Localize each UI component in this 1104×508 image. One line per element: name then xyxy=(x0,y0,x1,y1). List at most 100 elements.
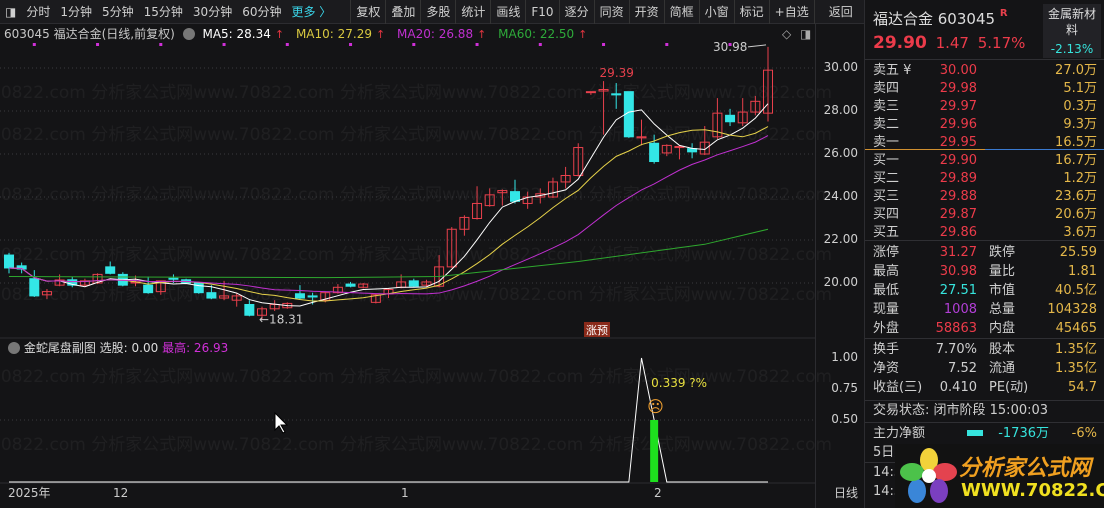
indicator-info-bar: 603045 福达合金(日线,前复权) MA5: 28.34 ↑ MA10: 27… xyxy=(4,25,595,43)
price-change: 1.47 xyxy=(935,34,969,52)
stat-label: 最高 xyxy=(873,264,900,279)
sub-high-value: 最高: 26.93 xyxy=(162,341,229,355)
fund-row: 主力净额 -1736万 -6% xyxy=(865,424,1104,443)
ask-price: 29.98 xyxy=(939,81,977,96)
mouse-cursor-icon xyxy=(274,411,289,434)
stat-value: 25.59 xyxy=(1059,245,1097,260)
bid-volume: 16.7万 xyxy=(1055,153,1097,168)
sector-pct: -2.13% xyxy=(1050,42,1094,56)
kline-chart[interactable]: 30.9829.39←18.31涨预0.339 ?%☹2025年 12 1 2 xyxy=(0,0,815,508)
back-button[interactable]: 返回 xyxy=(813,0,867,24)
logo-url: WWW.70822.COM xyxy=(961,480,1104,501)
stat-value: 27.51 xyxy=(939,283,977,298)
ask-price: 29.97 xyxy=(939,99,977,114)
price-axis-label: 30.00 xyxy=(823,60,858,74)
collapse-icon[interactable] xyxy=(182,28,195,40)
candle-down xyxy=(29,278,40,297)
up-arrow-icon: ↑ xyxy=(375,28,386,41)
fund-bar xyxy=(967,430,983,436)
candle-down xyxy=(294,293,305,299)
stat-label: 收益(三) xyxy=(873,380,923,395)
time-axis-label: 2 xyxy=(654,486,662,500)
ma20-value: MA20: 26.88 ↑ xyxy=(397,27,490,41)
stat-label: 现量 xyxy=(873,302,900,317)
stock-chart-title: 603045 福达合金(日线,前复权) xyxy=(4,27,175,41)
stat-value: 40.5亿 xyxy=(1055,283,1097,298)
ask-label: 卖三 xyxy=(873,99,900,114)
stat-value: 54.7 xyxy=(1068,380,1097,395)
sector-name: 金属新材料 xyxy=(1047,7,1096,37)
time-axis-label: 1 xyxy=(401,486,409,500)
low-price-label: ←18.31 xyxy=(259,312,303,326)
stat-value: 31.27 xyxy=(939,245,977,260)
quote-name: 福达合金 603045 R xyxy=(873,8,1008,29)
ask-volume: 0.3万 xyxy=(1063,99,1097,114)
fund-value: -1736万 xyxy=(998,426,1049,441)
signal-dot xyxy=(665,43,669,46)
period-label[interactable]: 日线 xyxy=(834,484,858,501)
stat-value: 7.70% xyxy=(935,342,977,357)
logo-title: 分析家公式网 xyxy=(959,456,1092,481)
rzrq-badge: R xyxy=(999,8,1008,19)
sub-axis-label: 1.00 xyxy=(831,350,858,364)
price-axis-label: 20.00 xyxy=(823,275,858,289)
stat-label: 最低 xyxy=(873,283,900,298)
stat-row: 现量 1008 总量 104328 xyxy=(865,300,1104,319)
price-axis-label: 28.00 xyxy=(823,103,858,117)
candle-down xyxy=(725,114,736,123)
stat-label: 涨停 xyxy=(873,245,900,260)
stat-row: 净资 7.52 流通 1.35亿 xyxy=(865,359,1104,378)
ask-label: 卖五 ¥ xyxy=(873,63,912,78)
price-axis-label: 22.00 xyxy=(823,232,858,246)
sub-axis-label: 0.50 xyxy=(831,412,858,426)
stat-row: 换手 7.70% 股本 1.35亿 xyxy=(865,340,1104,359)
signal-dot xyxy=(222,43,226,46)
ask-row: 卖四 29.98 5.1万 xyxy=(865,79,1104,98)
time-axis-label: 12 xyxy=(113,486,128,500)
sector-box[interactable]: 金属新材料 -2.13% xyxy=(1043,4,1101,58)
bid-volume: 23.6万 xyxy=(1055,189,1097,204)
stat-row: 最高 30.98 量比 1.81 xyxy=(865,262,1104,281)
stat-label: 净资 xyxy=(873,361,900,376)
stat-value: 104328 xyxy=(1047,302,1097,317)
stat-row: 收益(三) 0.410 PE(动) 54.7 xyxy=(865,378,1104,397)
stat-value: 1.81 xyxy=(1068,264,1097,279)
candle-up xyxy=(585,91,596,94)
signal-dot xyxy=(475,43,479,46)
ma10-value: MA10: 27.29 ↑ xyxy=(296,27,389,41)
candle-down xyxy=(206,292,217,299)
site-logo: 分析家公式网 WWW.70822.COM xyxy=(895,444,1104,508)
diamond-icon[interactable]: ◇ xyxy=(782,27,791,41)
bid-price: 29.89 xyxy=(939,171,977,186)
ma10-label: MA10: 27.29 xyxy=(295,27,372,41)
candle-down xyxy=(307,295,318,298)
candle-down xyxy=(510,191,520,202)
candle-down xyxy=(143,284,154,294)
bid-price: 29.88 xyxy=(939,189,977,204)
signal-dot xyxy=(349,43,353,46)
signal-dot xyxy=(96,43,100,46)
candle-down xyxy=(611,93,622,96)
sub-axis-label: 0.75 xyxy=(831,381,858,395)
panel-toggle-icon[interactable]: ◨ xyxy=(800,27,811,41)
signal-dot xyxy=(538,43,542,46)
signal-dot xyxy=(602,43,606,46)
stat-label: 跌停 xyxy=(989,245,1016,260)
high-arrow-icon xyxy=(747,44,767,48)
quote-price-row: 29.90 1.47 5.17% xyxy=(873,33,1025,53)
stat-value: 0.410 xyxy=(939,380,977,395)
stat-value: 1.35亿 xyxy=(1055,342,1097,357)
collapse-icon[interactable] xyxy=(8,342,20,354)
stat-value: 30.98 xyxy=(939,264,977,279)
sub-chart-header: 金蛇尾盘副图 选股: 0.00 最高: 26.93 xyxy=(8,339,228,356)
stat-label: 量比 xyxy=(989,264,1016,279)
candle-down xyxy=(105,266,116,274)
stat-value: 58863 xyxy=(935,321,977,336)
signal-dot xyxy=(285,43,289,46)
bid-label: 买三 xyxy=(873,189,900,204)
time-axis-label: 2025年 xyxy=(8,486,51,500)
stat-label: 内盘 xyxy=(989,321,1016,336)
bid-price: 29.87 xyxy=(939,207,977,222)
signal-badge-text: 涨预 xyxy=(586,324,608,337)
mid-high-label: 29.39 xyxy=(600,66,634,80)
